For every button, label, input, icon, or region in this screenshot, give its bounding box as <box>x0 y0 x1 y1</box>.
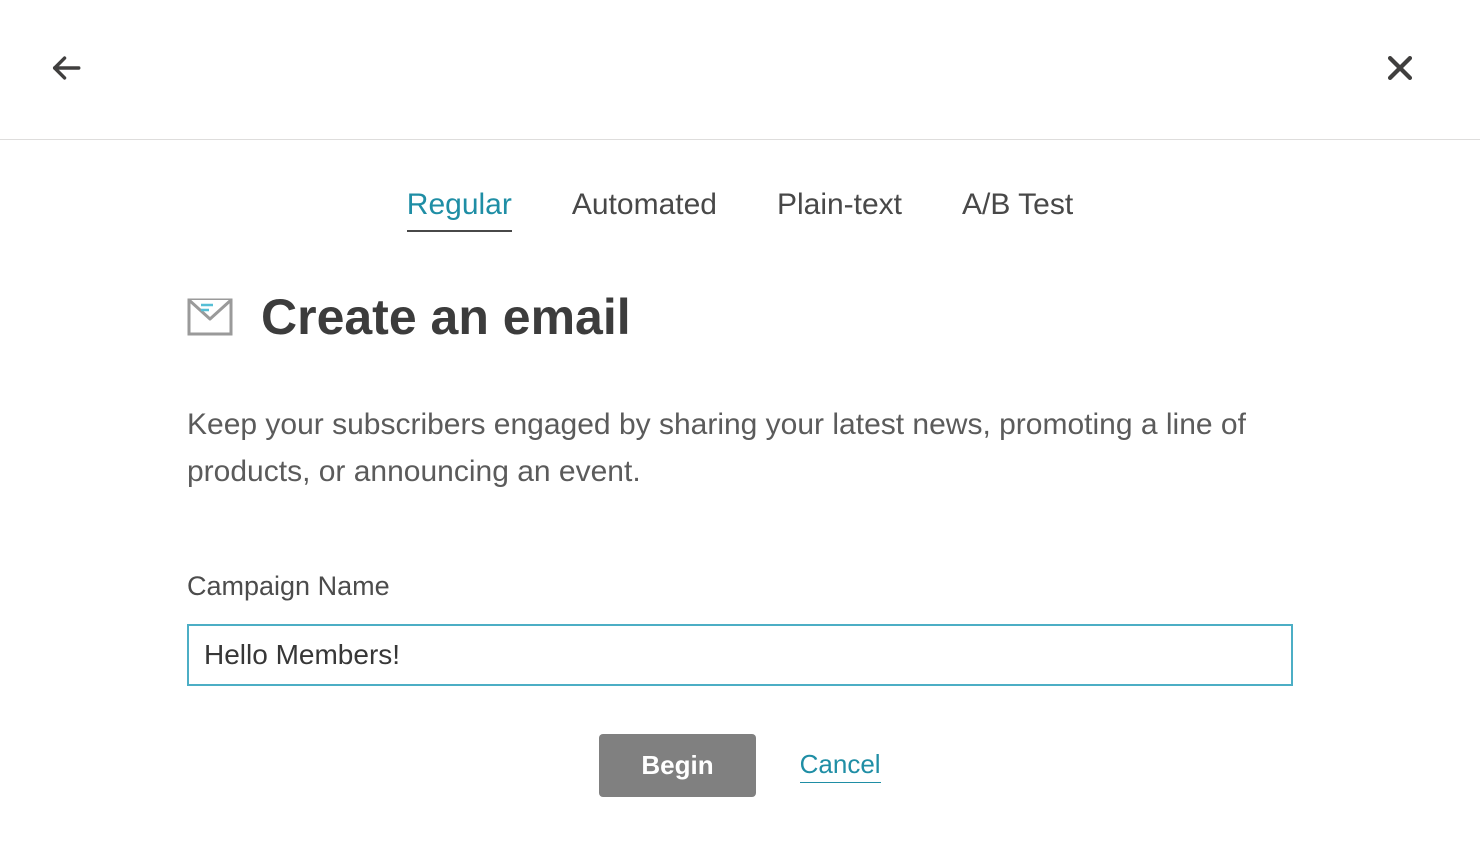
modal-header <box>0 0 1480 140</box>
tab-plain-text[interactable]: Plain-text <box>777 188 902 232</box>
campaign-name-label: Campaign Name <box>187 571 1293 602</box>
back-button[interactable] <box>48 50 84 86</box>
campaign-name-input[interactable] <box>187 624 1293 686</box>
tab-bar: Regular Automated Plain-text A/B Test <box>0 140 1480 232</box>
page-description: Keep your subscribers engaged by sharing… <box>187 402 1293 495</box>
page-title: Create an email <box>261 288 631 346</box>
tab-regular[interactable]: Regular <box>407 188 512 232</box>
close-button[interactable] <box>1380 48 1420 88</box>
begin-button[interactable]: Begin <box>599 734 755 797</box>
tab-ab-test[interactable]: A/B Test <box>962 188 1073 232</box>
cancel-link[interactable]: Cancel <box>800 749 881 783</box>
content-area: Create an email Keep your subscribers en… <box>187 232 1293 797</box>
arrow-left-icon <box>49 51 83 85</box>
tab-automated[interactable]: Automated <box>572 188 717 232</box>
actions-row: Begin Cancel <box>187 734 1293 797</box>
close-icon <box>1383 51 1417 85</box>
email-icon <box>187 294 233 340</box>
title-row: Create an email <box>187 288 1293 346</box>
